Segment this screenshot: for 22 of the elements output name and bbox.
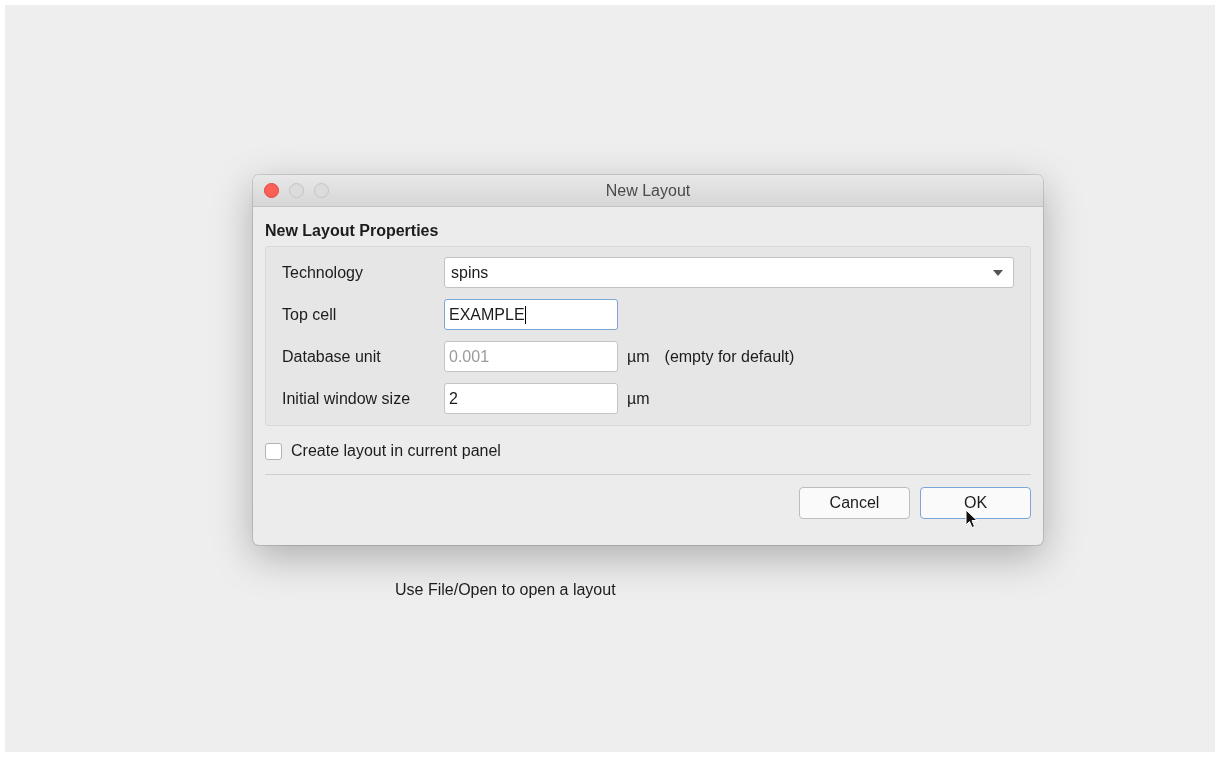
field-label: Database unit [282, 347, 382, 366]
dialog-button[interactable]: Cancel [799, 487, 910, 519]
zoom-button[interactable] [314, 183, 329, 198]
technology-dropdown[interactable]: spins [444, 257, 1014, 288]
input-field[interactable]: EXAMPLE [444, 299, 618, 330]
checkbox-label[interactable]: Create layout in current panel [291, 442, 501, 460]
field-label: Technology [282, 263, 364, 282]
group-title: New Layout Properties [265, 222, 440, 240]
window-title: New Layout [605, 181, 691, 200]
input-field[interactable]: 2 [444, 383, 618, 414]
mouse-pointer-icon [965, 509, 979, 529]
field-label: Initial window size [282, 389, 412, 408]
unit-label: µm [627, 347, 650, 366]
minimize-button[interactable] [289, 183, 304, 198]
unit-label: µm [627, 389, 650, 408]
close-button[interactable] [264, 183, 279, 198]
checkbox[interactable] [265, 442, 282, 460]
dialog-button[interactable]: OK [920, 487, 1031, 519]
caret-icon [993, 269, 1003, 276]
field-label: Top cell [282, 305, 338, 324]
status-message: Use File/Open to open a layout [395, 581, 616, 599]
hint-text: (empty for default) [664, 347, 795, 366]
